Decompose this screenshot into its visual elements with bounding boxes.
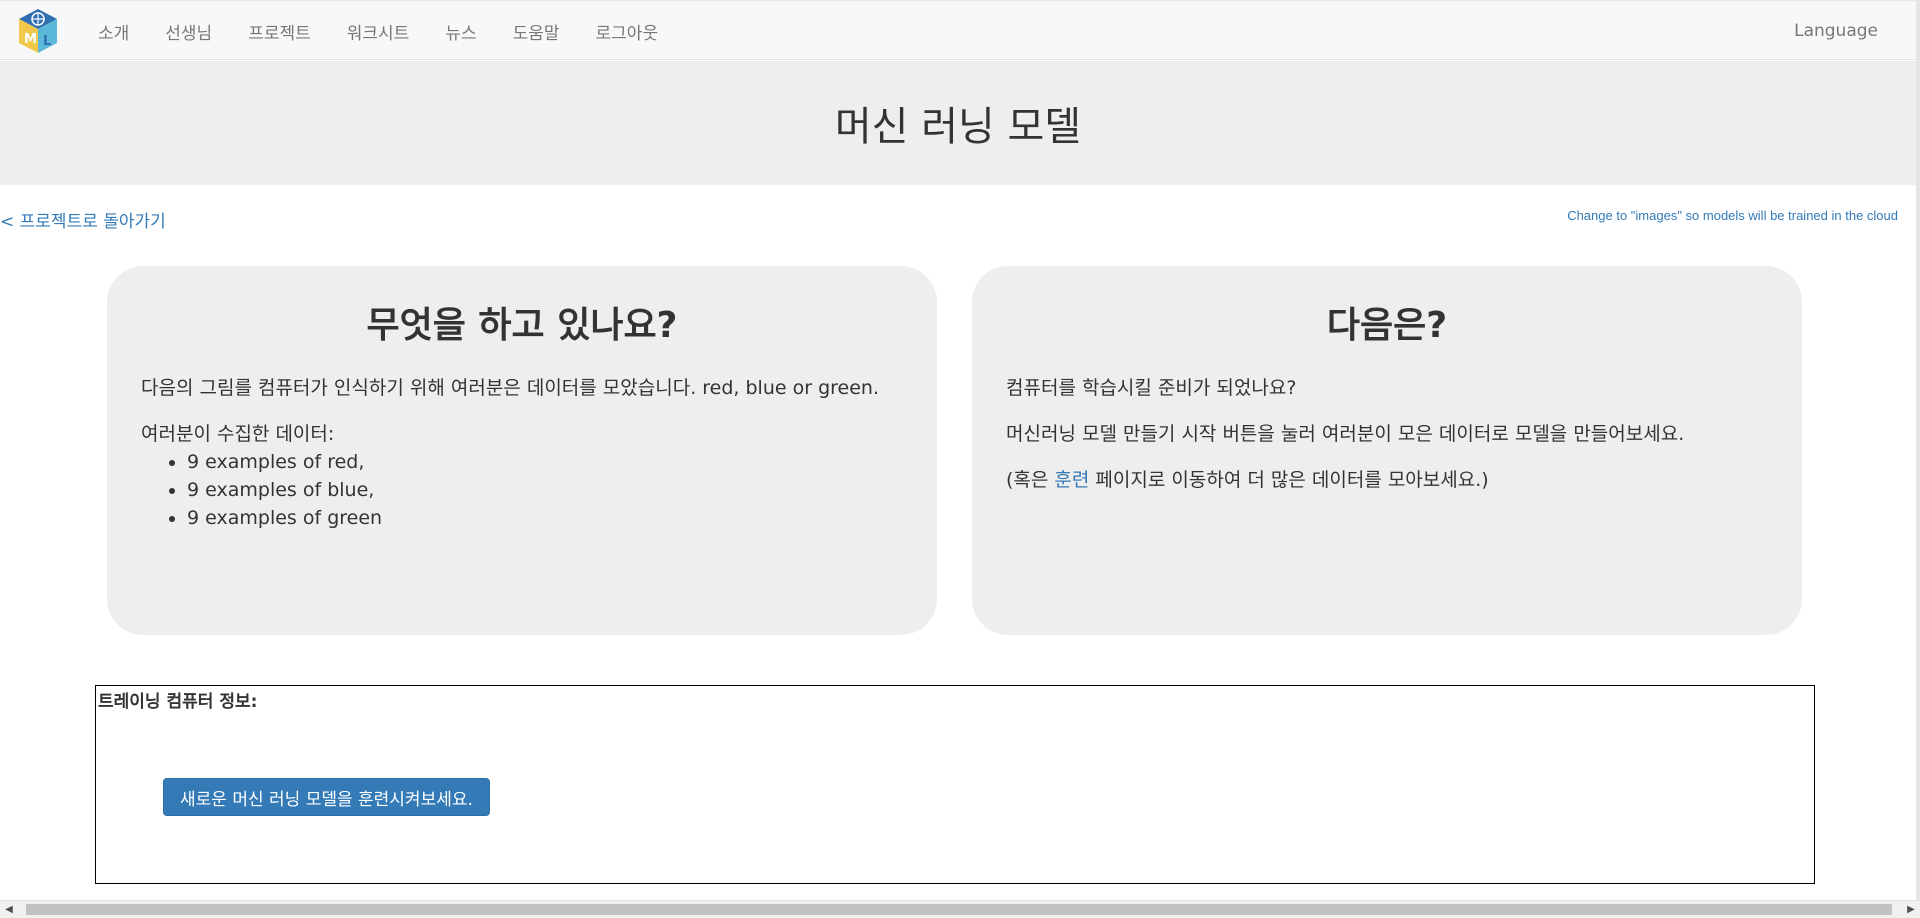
- panel-heading: 다음은?: [1326, 305, 1448, 346]
- more-data-text: (혹은 훈련 페이지로 이동하여 더 많은 데이터를 모아보세요.): [1006, 466, 1768, 494]
- arrow-left-icon[interactable]: ◀: [0, 901, 18, 918]
- panel-heading: 무엇을 하고 있나요?: [366, 305, 678, 346]
- list-item: 9 examples of green: [187, 504, 903, 532]
- top-navbar: M L 소개 선생님 프로젝트 워크시트 뉴스 도움말 로그아웃 Languag…: [0, 0, 1916, 60]
- train-instruction-text: 머신러닝 모델 만들기 시작 버튼을 눌러 여러분이 모은 데이터로 모델을 만…: [1006, 423, 1685, 445]
- page-title: 머신 러닝 모델: [834, 104, 1082, 150]
- arrow-right-icon[interactable]: ▶: [1902, 901, 1920, 918]
- list-item: 9 examples of blue,: [187, 476, 903, 504]
- nav-item-about[interactable]: 소개: [80, 19, 147, 44]
- data-collected-label: 여러분이 수집한 데이터:: [141, 423, 335, 445]
- what-are-you-doing-panel: 무엇을 하고 있나요? 다음의 그림를 컴퓨터가 인식하기 위해 여러분은 데이…: [107, 266, 937, 635]
- vertical-scrollbar[interactable]: [1916, 0, 1920, 900]
- training-computer-info: 트레이닝 컴퓨터 정보: 새로운 머신 러닝 모델을 훈련시켜보세요.: [95, 685, 1815, 884]
- nav-item-teacher[interactable]: 선생님: [147, 19, 230, 44]
- whats-next-panel: 다음은? 컴퓨터를 학습시킬 준비가 되었나요? 머신러닝 모델 만들기 시작 …: [972, 266, 1802, 635]
- nav-links: 소개 선생님 프로젝트 워크시트 뉴스 도움말 로그아웃: [80, 1, 676, 61]
- train-new-model-button[interactable]: 새로운 머신 러닝 모델을 훈련시켜보세요.: [163, 778, 490, 816]
- more-data-text-pre: (혹은: [1006, 469, 1055, 491]
- back-to-projects-link[interactable]: < 프로젝트로 돌아가기: [0, 207, 166, 232]
- scrollbar-thumb[interactable]: [26, 904, 1892, 915]
- title-band: 머신 러닝 모델: [0, 61, 1916, 185]
- nav-item-help[interactable]: 도움말: [495, 19, 578, 44]
- svg-text:L: L: [43, 34, 51, 49]
- ml-cube-logo-icon[interactable]: M L: [16, 7, 60, 55]
- list-item: 9 examples of red,: [187, 448, 903, 476]
- data-list: 9 examples of red, 9 examples of blue, 9…: [141, 448, 903, 532]
- panel-intro-text: 다음의 그림를 컴퓨터가 인식하기 위해 여러분은 데이터를 모았습니다. re…: [141, 377, 880, 399]
- train-page-link[interactable]: 훈련: [1054, 469, 1089, 491]
- horizontal-scrollbar[interactable]: ◀ ▶: [0, 900, 1920, 918]
- nav-item-projects[interactable]: 프로젝트: [230, 19, 329, 44]
- svg-text:M: M: [24, 32, 37, 47]
- more-data-text-post: 페이지로 이동하여 더 많은 데이터를 모아보세요.): [1089, 469, 1489, 491]
- training-info-label: 트레이닝 컴퓨터 정보:: [98, 692, 258, 712]
- nav-item-worksheets[interactable]: 워크시트: [329, 19, 428, 44]
- nav-item-logout[interactable]: 로그아웃: [578, 19, 677, 44]
- nav-item-news[interactable]: 뉴스: [427, 19, 494, 44]
- ready-to-train-text: 컴퓨터를 학습시킬 준비가 되었나요?: [1006, 377, 1297, 399]
- language-menu[interactable]: Language: [1794, 1, 1878, 61]
- change-to-images-link[interactable]: Change to "images" so models will be tra…: [1567, 208, 1898, 223]
- page: M L 소개 선생님 프로젝트 워크시트 뉴스 도움말 로그아웃 Languag…: [0, 0, 1920, 918]
